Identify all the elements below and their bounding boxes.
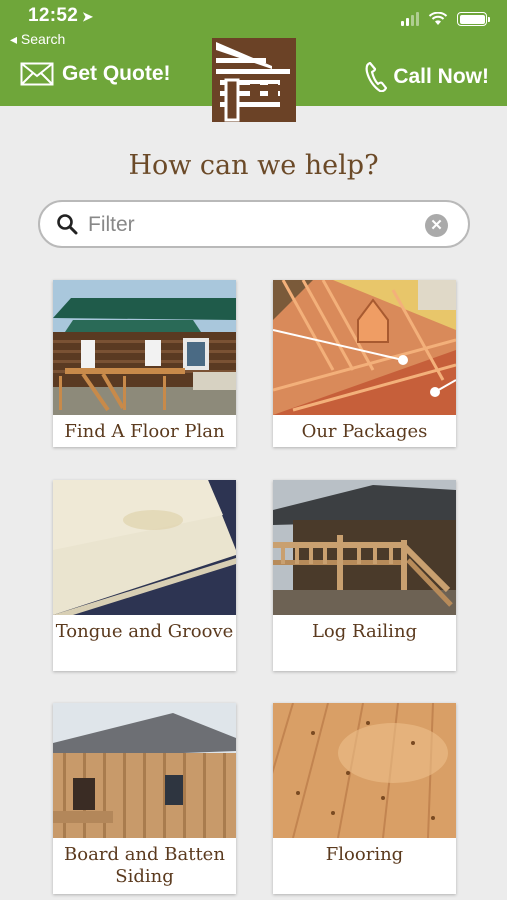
envelope-icon: [20, 62, 54, 86]
category-label: Find A Floor Plan: [64, 421, 225, 442]
cabin-logo[interactable]: [212, 38, 296, 122]
category-card-board-batten[interactable]: Board and Batten Siding: [53, 703, 236, 894]
status-icons: [401, 12, 490, 26]
log-cabin-logo-icon: [212, 38, 296, 122]
phone-icon: [365, 62, 388, 92]
category-label: Tongue and Groove: [55, 621, 234, 642]
call-now-button[interactable]: Call Now!: [365, 62, 489, 92]
page-heading: How can we help?: [128, 150, 379, 181]
floor-plan-image: [53, 280, 236, 415]
category-label: Log Railing: [311, 621, 418, 642]
call-now-label: Call Now!: [393, 65, 489, 88]
battery-icon: [457, 12, 490, 26]
status-time-text: 12:52: [28, 5, 79, 26]
category-label: Flooring: [325, 844, 404, 865]
back-to-search-link[interactable]: ◂ Search: [10, 31, 65, 48]
board-batten-image: [53, 703, 236, 838]
category-card-log-railing[interactable]: Log Railing: [273, 480, 456, 671]
get-quote-button[interactable]: Get Quote!: [20, 62, 171, 86]
filter-input[interactable]: [88, 210, 408, 240]
category-card-flooring[interactable]: Flooring: [273, 703, 456, 894]
clear-icon[interactable]: ✕: [425, 214, 448, 237]
packages-image: [273, 280, 456, 415]
status-time: 12:52 ➤: [28, 5, 93, 27]
cellular-signal-icon: [401, 12, 419, 26]
get-quote-label: Get Quote!: [62, 62, 171, 85]
location-arrow-icon: ➤: [82, 9, 94, 24]
log-railing-image: [273, 480, 456, 615]
search-icon: [57, 214, 78, 235]
category-label: Our Packages: [301, 421, 428, 442]
category-label: Board and Batten Siding: [64, 844, 225, 887]
tongue-groove-image: [53, 480, 236, 615]
flooring-image: [273, 703, 456, 838]
category-card-tongue-groove[interactable]: Tongue and Groove: [53, 480, 236, 671]
category-card-packages[interactable]: Our Packages: [273, 280, 456, 447]
filter-search-bar[interactable]: ✕: [38, 200, 470, 248]
category-card-floor-plan[interactable]: Find A Floor Plan: [53, 280, 236, 447]
wifi-icon: [428, 12, 448, 25]
